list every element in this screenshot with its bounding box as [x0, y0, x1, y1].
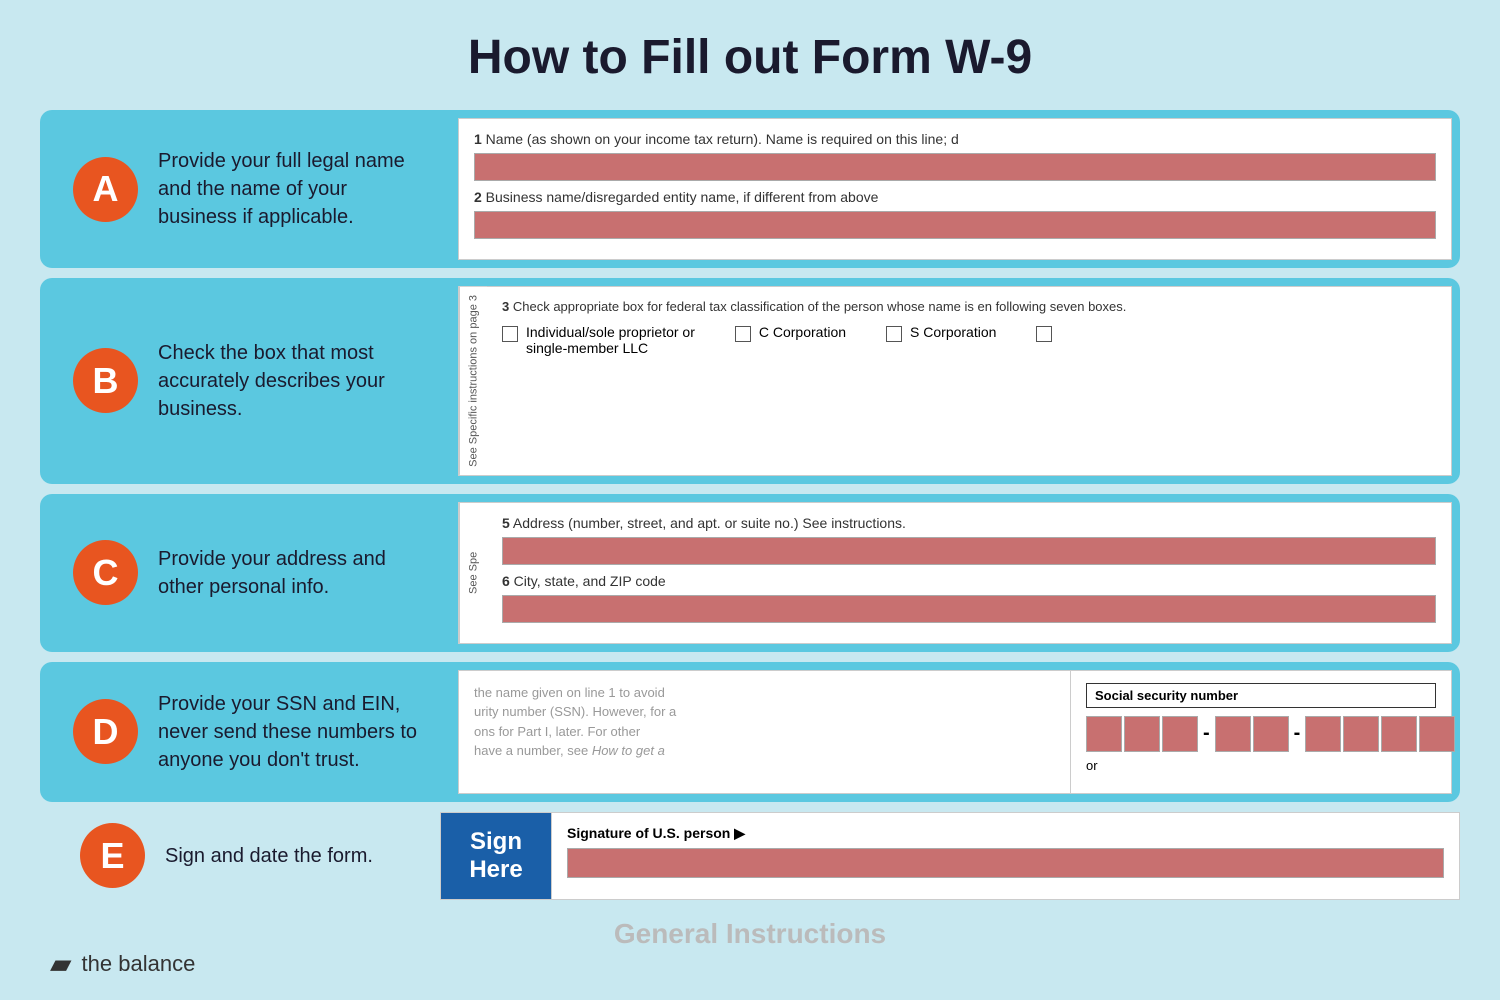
checkbox-individual: Individual/sole proprietor orsingle-memb… — [502, 324, 695, 356]
section-c-side-label: See Spe — [459, 503, 487, 643]
section-b-side-label: See Specific instructions on page 3 — [459, 287, 487, 475]
main-container: A Provide your full legal name and the n… — [0, 110, 1500, 960]
field5-input[interactable] — [502, 537, 1436, 565]
section-b-row: B Check the box that most accurately des… — [40, 278, 1460, 484]
badge-a: A — [73, 157, 138, 222]
section-c-row: C Provide your address and other persona… — [40, 494, 1460, 652]
section-c-instruction: C Provide your address and other persona… — [48, 502, 448, 644]
section-d-right: Social security number - - — [1071, 671, 1451, 793]
field3-text: Check appropriate box for federal tax cl… — [513, 299, 1127, 314]
section-c-form: See Spe 5 Address (number, street, and a… — [458, 502, 1452, 644]
signature-label: Signature of U.S. person ▶ — [567, 825, 1444, 842]
ssn-label: Social security number — [1086, 683, 1436, 708]
field3-number: 3 — [502, 299, 509, 314]
logo-area: ▰ the balance — [50, 947, 195, 980]
field6-input[interactable] — [502, 595, 1436, 623]
ssn-group3 — [1305, 716, 1455, 752]
section-a-text: Provide your full legal name and the nam… — [158, 147, 423, 231]
section-e-text: Sign and date the form. — [165, 842, 373, 870]
sign-here-label: SignHere — [469, 828, 522, 884]
field1-label: 1 Name (as shown on your income tax retu… — [474, 131, 1436, 147]
field3-label: 3 Check appropriate box for federal tax … — [502, 299, 1436, 314]
sign-here-box: SignHere — [441, 813, 551, 899]
section-a-instruction: A Provide your full legal name and the n… — [48, 118, 448, 260]
checkbox-individual-box[interactable] — [502, 326, 518, 342]
field2-label: 2 Business name/disregarded entity name,… — [474, 189, 1436, 205]
section-c-content: 5 Address (number, street, and apt. or s… — [487, 503, 1451, 643]
badge-c: C — [73, 540, 138, 605]
ssn-cell-6[interactable] — [1305, 716, 1341, 752]
ssn-cell-5[interactable] — [1253, 716, 1289, 752]
ssn-dash-2: - — [1294, 722, 1301, 745]
checkbox-c-corp: C Corporation — [735, 324, 846, 342]
section-d-text: Provide your SSN and EIN, never send the… — [158, 690, 423, 774]
checkbox-individual-label: Individual/sole proprietor orsingle-memb… — [526, 324, 695, 356]
ssn-cell-1[interactable] — [1086, 716, 1122, 752]
field6-label: 6 City, state, and ZIP code — [502, 573, 1436, 589]
ssn-cell-2[interactable] — [1124, 716, 1160, 752]
section-d-left: the name given on line 1 to avoid urity … — [459, 671, 1071, 793]
ssn-boxes: - - — [1086, 716, 1436, 752]
ssn-cell-7[interactable] — [1343, 716, 1379, 752]
section-e-left: E Sign and date the form. — [40, 812, 440, 900]
field5-label: 5 Address (number, street, and apt. or s… — [502, 515, 1436, 531]
or-label: or — [1086, 758, 1436, 773]
ssn-cell-8[interactable] — [1381, 716, 1417, 752]
checkbox-s-corp: S Corporation — [886, 324, 996, 342]
ssn-cell-9[interactable] — [1419, 716, 1455, 752]
logo-text: the balance — [82, 951, 196, 977]
section-d-row: D Provide your SSN and EIN, never send t… — [40, 662, 1460, 802]
signature-input[interactable] — [567, 848, 1444, 878]
section-b-form: See Specific instructions on page 3 3 Ch… — [458, 286, 1452, 476]
section-e-right: SignHere Signature of U.S. person ▶ — [440, 812, 1460, 900]
badge-e: E — [80, 823, 145, 888]
section-b-content: 3 Check appropriate box for federal tax … — [487, 287, 1451, 475]
ssn-cell-3[interactable] — [1162, 716, 1198, 752]
section-a-form: 1 Name (as shown on your income tax retu… — [458, 118, 1452, 260]
ssn-dash-1: - — [1203, 722, 1210, 745]
section-e-row: E Sign and date the form. SignHere Signa… — [40, 812, 1460, 900]
checkbox-s-corp-label: S Corporation — [910, 324, 996, 340]
ssn-group2 — [1215, 716, 1289, 752]
checkboxes-container: Individual/sole proprietor orsingle-memb… — [502, 324, 1436, 356]
section-d-faded-text: the name given on line 1 to avoid urity … — [474, 683, 1055, 761]
field2-input[interactable] — [474, 211, 1436, 239]
checkbox-c-corp-box[interactable] — [735, 326, 751, 342]
section-d-instruction: D Provide your SSN and EIN, never send t… — [48, 670, 448, 794]
ssn-group1 — [1086, 716, 1198, 752]
checkbox-s-corp-box[interactable] — [886, 326, 902, 342]
badge-d: D — [73, 699, 138, 764]
section-d-form: the name given on line 1 to avoid urity … — [458, 670, 1452, 794]
field1-input[interactable] — [474, 153, 1436, 181]
checkbox-c-corp-label: C Corporation — [759, 324, 846, 340]
section-b-text: Check the box that most accurately descr… — [158, 339, 423, 423]
signature-field: Signature of U.S. person ▶ — [551, 813, 1459, 899]
checkbox-extra-box[interactable] — [1036, 326, 1052, 342]
ssn-cell-4[interactable] — [1215, 716, 1251, 752]
page-title: How to Fill out Form W-9 — [0, 0, 1500, 110]
badge-b: B — [73, 348, 138, 413]
logo-icon: ▰ — [50, 947, 72, 980]
section-a-row: A Provide your full legal name and the n… — [40, 110, 1460, 268]
general-instructions: General Instructions — [40, 918, 1460, 960]
section-c-text: Provide your address and other personal … — [158, 545, 423, 601]
section-b-instruction: B Check the box that most accurately des… — [48, 286, 448, 476]
